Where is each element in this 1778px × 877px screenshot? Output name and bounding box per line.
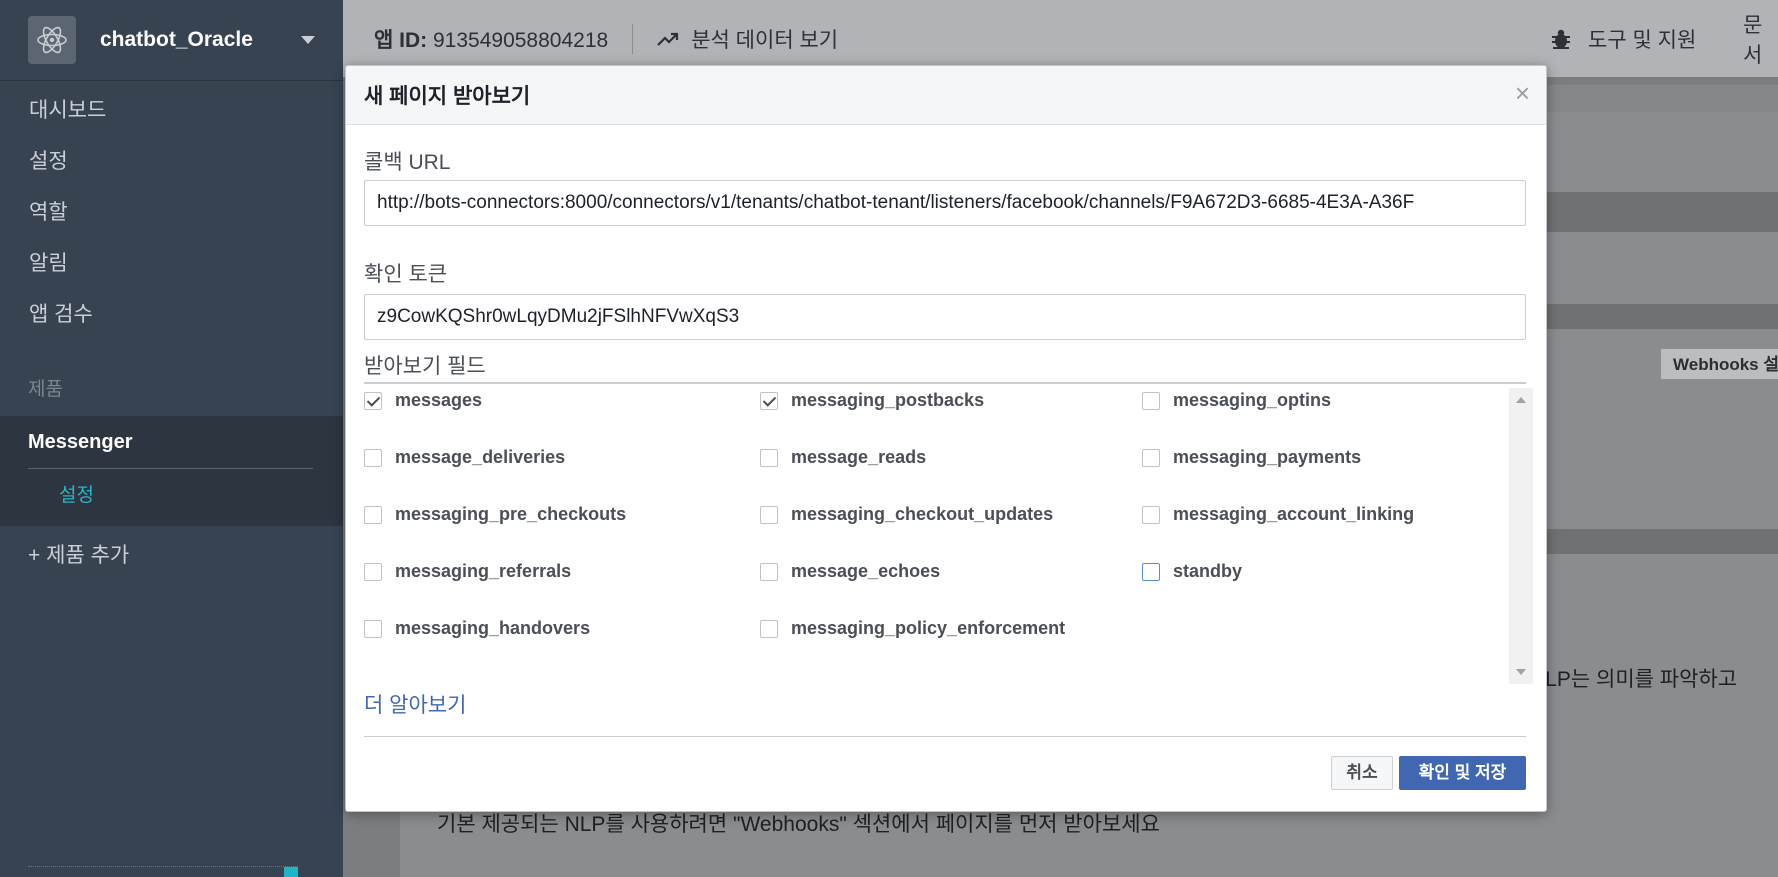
field-message-echoes[interactable]: message_echoes (760, 561, 940, 582)
close-icon[interactable]: × (1515, 80, 1530, 106)
scroll-down-icon[interactable] (1516, 669, 1526, 675)
app-id-value: 913549058804218 (433, 28, 609, 52)
sidebar-item-roles[interactable]: 역할 (0, 187, 343, 238)
field-label: messages (395, 390, 483, 410)
app-name: chatbot_Oracle (100, 28, 253, 51)
checkbox[interactable] (1142, 562, 1160, 581)
field-label: message_reads (791, 447, 927, 467)
app-switcher[interactable]: chatbot_Oracle (0, 0, 343, 81)
add-product-link[interactable]: + 제품 추가 (0, 530, 343, 582)
sidebar-item-messenger[interactable]: Messenger (0, 416, 343, 468)
field-messaging-policy-enforcement[interactable]: messaging_policy_enforcement (760, 618, 1065, 639)
checkbox[interactable] (1142, 448, 1160, 467)
sidebar-footer (28, 866, 298, 877)
field-label: messaging_account_linking (1173, 504, 1415, 524)
sidebar-item-alerts[interactable]: 알림 (0, 238, 343, 289)
field-label: messaging_policy_enforcement (791, 618, 1066, 638)
cancel-button[interactable]: 취소 (1331, 756, 1393, 790)
field-messaging-postbacks[interactable]: messaging_postbacks (760, 390, 984, 411)
field-messages[interactable]: messages (364, 390, 482, 411)
checkbox[interactable] (364, 505, 382, 524)
analytics-label: 분석 데이터 보기 (691, 28, 839, 52)
checkbox[interactable] (760, 448, 778, 467)
tools-link[interactable]: 도구 및 지원 (1550, 24, 1696, 54)
callback-url-label: 콜백 URL (364, 151, 451, 174)
bug-icon (1552, 29, 1570, 49)
divider (364, 736, 1526, 737)
checkbox[interactable] (364, 619, 382, 638)
field-messaging-handovers[interactable]: messaging_handovers (364, 618, 590, 639)
products-section-label: 제품 (28, 379, 63, 400)
field-message-deliveries[interactable]: message_deliveries (364, 447, 565, 468)
nlp-description: NLP는 의미를 파악하고 (1530, 668, 1738, 691)
checkbox[interactable] (760, 391, 778, 410)
tools-label: 도구 및 지원 (1588, 28, 1697, 52)
verify-token-input[interactable] (364, 294, 1526, 340)
checkbox[interactable] (1142, 391, 1160, 410)
docs-link[interactable]: 문서 (1743, 9, 1778, 69)
field-messaging-payments[interactable]: messaging_payments (1142, 447, 1361, 468)
field-messaging-checkout-updates[interactable]: messaging_checkout_updates (760, 504, 1053, 525)
sidebar-item-dashboard[interactable]: 대시보드 (0, 85, 343, 136)
chevron-down-icon[interactable] (300, 36, 315, 44)
verify-and-save-button[interactable]: 확인 및 저장 (1399, 756, 1526, 790)
divider (632, 23, 634, 54)
field-messaging-referrals[interactable]: messaging_referrals (364, 561, 571, 582)
field-label: messaging_optins (1173, 390, 1332, 410)
checkbox[interactable] (760, 619, 778, 638)
product-messenger: Messenger 설정 (0, 416, 343, 526)
checkbox[interactable] (760, 562, 778, 581)
field-message-reads[interactable]: message_reads (760, 447, 926, 468)
footer-square (284, 867, 298, 877)
scroll-up-icon[interactable] (1516, 397, 1526, 403)
sidebar: chatbot_Oracle 대시보드 설정 역할 알림 앱 검수 제품 Mes… (0, 0, 343, 877)
webhooks-settings-button[interactable]: Webhooks 설정 (1660, 348, 1778, 380)
checkbox[interactable] (1142, 505, 1160, 524)
sidebar-item-messenger-settings[interactable]: 설정 (0, 469, 343, 523)
checkbox[interactable] (760, 505, 778, 524)
field-label: messaging_postbacks (791, 390, 985, 410)
verify-token-label: 확인 토큰 (364, 263, 448, 286)
learn-more-link[interactable]: 더 알아보기 (364, 689, 466, 719)
field-label: messaging_payments (1173, 447, 1362, 467)
subscription-fields-list: messages messaging_postbacks messaging_o… (364, 388, 1504, 688)
sidebar-item-app-review[interactable]: 앱 검수 (0, 289, 343, 340)
field-label: messaging_pre_checkouts (395, 504, 627, 524)
app-id: 앱 ID: 913549058804218 (374, 24, 608, 54)
nlp-instruction: 기본 제공되는 NLP를 사용하려면 "Webhooks" 섹션에서 페이지를 … (437, 813, 1160, 836)
field-messaging-account-linking[interactable]: messaging_account_linking (1142, 504, 1414, 525)
dialog-header: 새 페이지 받아보기 × (346, 66, 1546, 125)
field-label: message_deliveries (395, 447, 566, 467)
field-label: messaging_checkout_updates (791, 504, 1054, 524)
atom-app-icon (28, 16, 76, 64)
app-id-label: 앱 ID: (374, 28, 428, 52)
scrollbar[interactable] (1509, 388, 1533, 684)
dialog-title: 새 페이지 받아보기 (364, 85, 531, 108)
callback-url-input[interactable] (364, 180, 1526, 226)
field-messaging-optins[interactable]: messaging_optins (1142, 390, 1331, 411)
field-messaging-pre-checkouts[interactable]: messaging_pre_checkouts (364, 504, 626, 525)
checkbox[interactable] (364, 562, 382, 581)
subscribe-page-dialog: 새 페이지 받아보기 × 콜백 URL 확인 토큰 받아보기 필드 messag… (345, 65, 1547, 812)
field-label: message_echoes (791, 561, 941, 581)
trending-up-icon (657, 32, 679, 46)
field-label: messaging_handovers (395, 618, 591, 638)
sidebar-item-settings[interactable]: 설정 (0, 136, 343, 187)
checkbox[interactable] (364, 448, 382, 467)
subscription-fields-label: 받아보기 필드 (364, 355, 486, 378)
analytics-link[interactable]: 분석 데이터 보기 (657, 24, 838, 54)
checkbox[interactable] (364, 391, 382, 410)
field-standby[interactable]: standby (1142, 561, 1242, 582)
field-label: messaging_referrals (395, 561, 572, 581)
divider (364, 382, 1526, 384)
field-label: standby (1173, 561, 1243, 581)
